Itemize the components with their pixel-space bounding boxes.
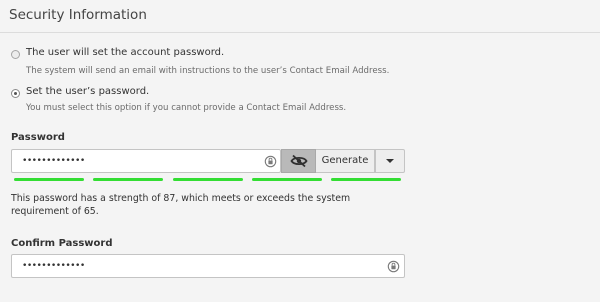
section-title: Security Information — [9, 7, 147, 23]
password-label: Password — [11, 132, 65, 143]
confirm-password-value: ••••••••••••• — [22, 261, 85, 271]
password-strength-message: This password has a strength of 87, whic… — [11, 193, 351, 217]
option-set-user-password-description: You must select this option if you canno… — [26, 103, 347, 113]
radio-set-user-password[interactable] — [11, 89, 20, 98]
generate-password-button[interactable]: Generate — [316, 149, 375, 173]
security-information-panel: Security Information The user will set t… — [0, 0, 600, 302]
strength-segment-1 — [14, 178, 84, 181]
password-field[interactable]: ••••••••••••• — [11, 149, 281, 173]
strength-segment-4 — [252, 178, 322, 181]
caret-down-icon — [386, 159, 394, 163]
eye-slash-icon — [290, 154, 308, 168]
confirm-password-field[interactable]: ••••••••••••• — [11, 254, 405, 278]
section-divider — [0, 32, 600, 33]
toggle-password-visibility-button[interactable] — [281, 149, 316, 173]
strength-segment-2 — [93, 178, 163, 181]
password-manager-icon[interactable] — [264, 155, 277, 168]
password-manager-icon[interactable] — [387, 260, 400, 273]
option-set-user-password-label[interactable]: Set the user’s password. — [26, 86, 149, 97]
option-user-sets-password-description: The system will send an email with instr… — [26, 66, 390, 76]
confirm-password-label: Confirm Password — [11, 238, 113, 249]
strength-segment-3 — [173, 178, 243, 181]
password-value: ••••••••••••• — [22, 156, 85, 166]
strength-segment-5 — [331, 178, 401, 181]
generate-options-dropdown-button[interactable] — [375, 149, 405, 173]
option-user-sets-password-label[interactable]: The user will set the account password. — [26, 47, 224, 58]
radio-user-sets-password[interactable] — [11, 50, 20, 59]
